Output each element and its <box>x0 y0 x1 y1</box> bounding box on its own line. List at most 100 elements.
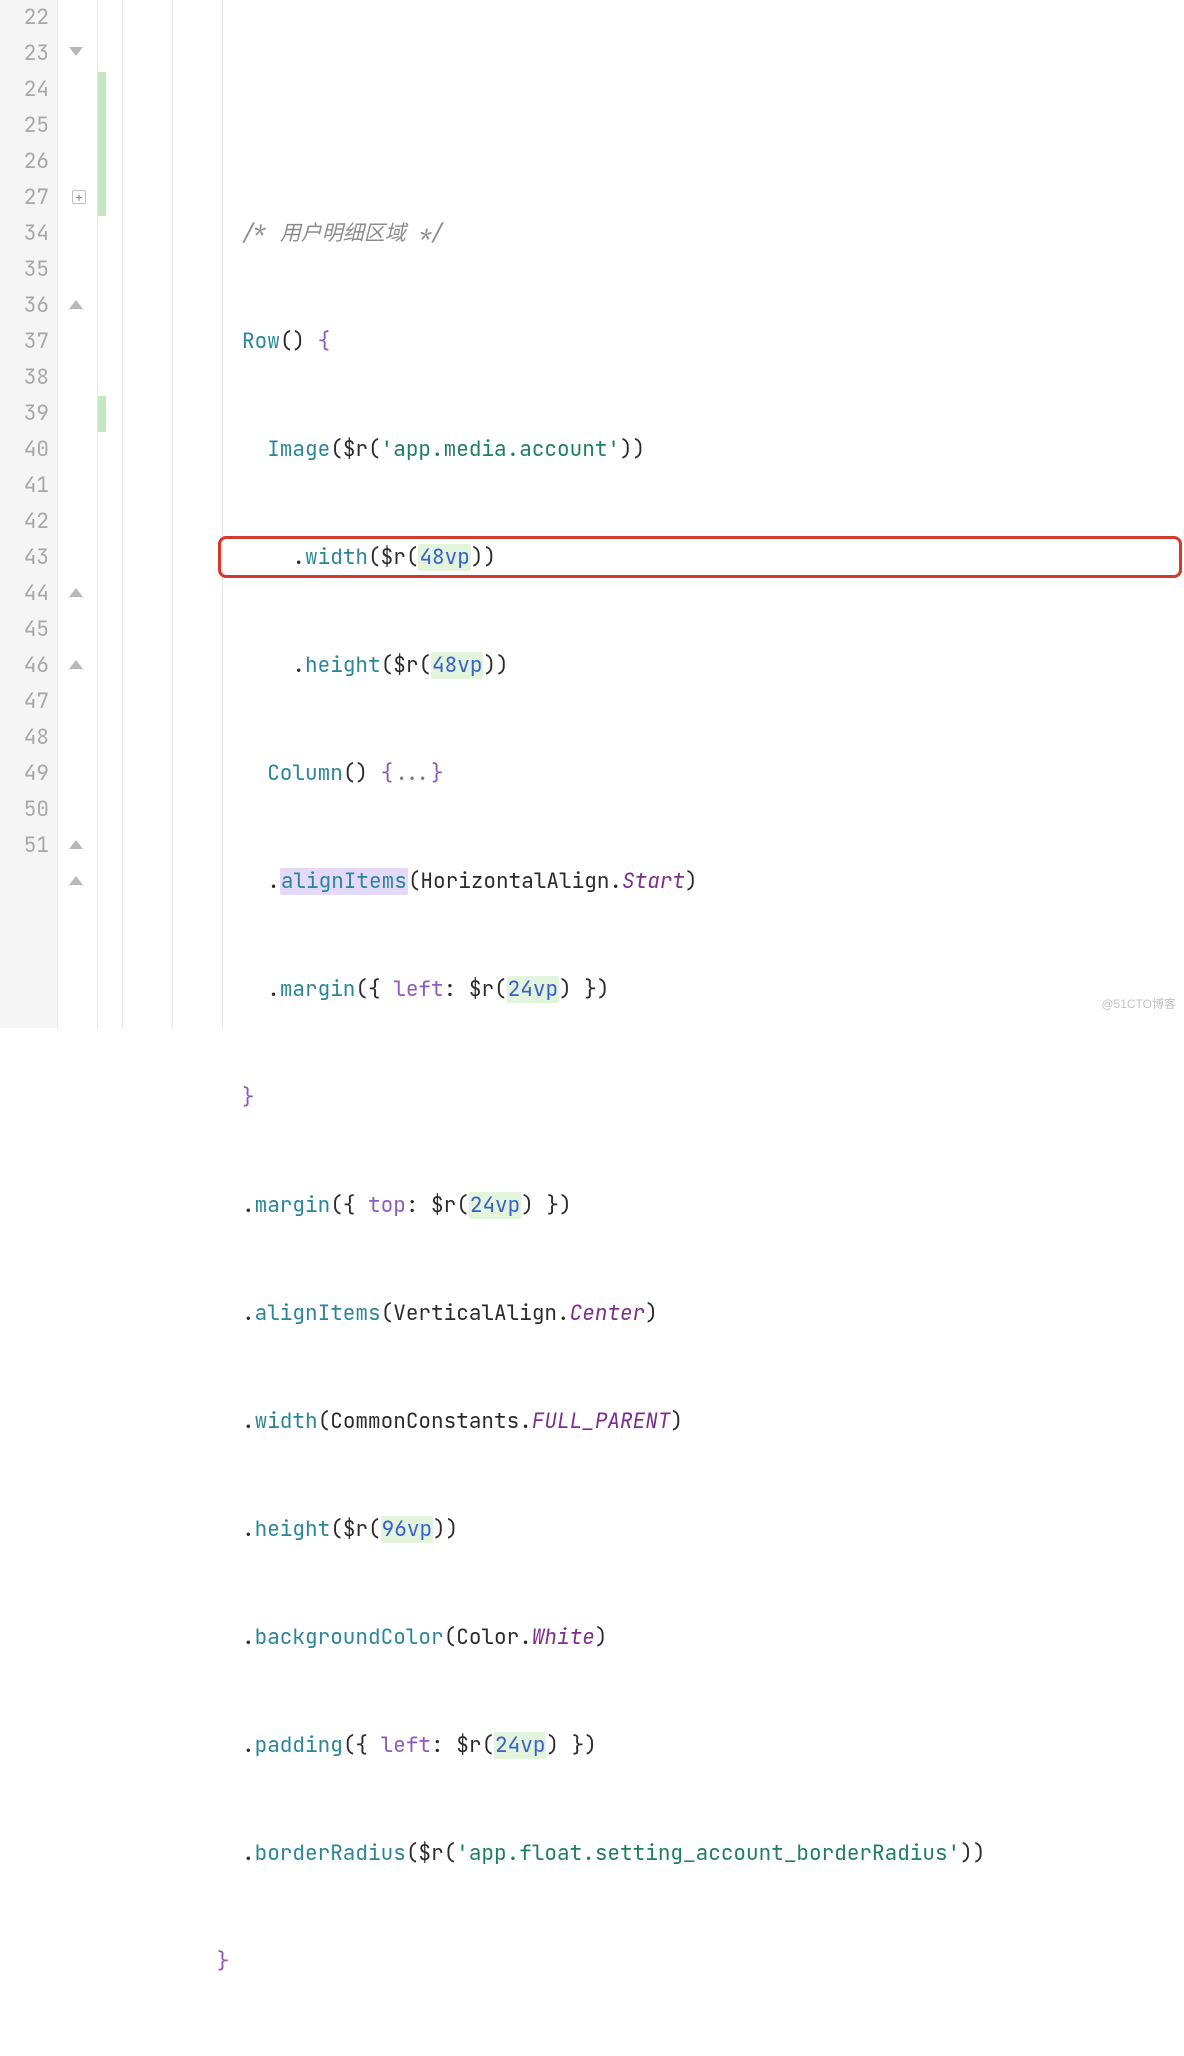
line-number[interactable]: 25 <box>6 108 49 144</box>
fold-collapse-end-icon[interactable] <box>69 300 83 309</box>
code-line[interactable]: .height($r(96vp)) <box>112 1512 1184 1548</box>
brace: } <box>242 1084 255 1111</box>
dot: . <box>267 976 280 1003</box>
code-line[interactable]: .alignItems(HorizontalAlign.Start) <box>112 864 1184 900</box>
code-line[interactable]: Image($r('app.media.account')) <box>112 432 1184 468</box>
fold-collapse-end-icon[interactable] <box>69 876 83 885</box>
paren: ( <box>406 1840 419 1867</box>
method-backgroundcolor: backgroundColor <box>255 1624 444 1651</box>
code-line[interactable]: .padding({ left: $r(24vp) }) <box>112 1728 1184 1764</box>
code-line[interactable]: .borderRadius($r('app.float.setting_acco… <box>112 1836 1184 1872</box>
code-line[interactable]: .width(CommonConstants.FULL_PARENT) <box>112 1404 1184 1440</box>
paren: ) <box>645 1300 658 1327</box>
param-value: 96vp <box>381 1516 433 1543</box>
code-line[interactable]: } <box>112 1080 1184 1116</box>
code-line[interactable]: .backgroundColor(Color.White) <box>112 1620 1184 1656</box>
line-number[interactable]: 35 <box>6 252 49 288</box>
line-number[interactable]: 43 <box>6 540 49 576</box>
enum-value: Center <box>570 1300 646 1327</box>
line-number[interactable]: 36 <box>6 288 49 324</box>
code-line[interactable]: /* 用户明细区域 */ <box>112 216 1184 252</box>
paren: ( <box>330 436 343 463</box>
colon: : <box>431 1732 456 1759</box>
watermark: @51CTO博客 <box>1101 986 1176 1022</box>
folded-ellipsis[interactable]: ... <box>393 760 431 787</box>
line-number[interactable]: 37 <box>6 324 49 360</box>
dot: . <box>519 1408 532 1435</box>
code-area[interactable]: /* 用户明细区域 */ Row() { Image($r('app.media… <box>112 0 1184 1028</box>
line-number[interactable]: 23 <box>6 36 49 72</box>
line-number[interactable]: 41 <box>6 468 49 504</box>
fold-expand-icon[interactable]: + <box>72 190 86 204</box>
line-number[interactable]: 49 <box>6 756 49 792</box>
method-borderradius: borderRadius <box>255 1840 406 1867</box>
line-number[interactable]: 38 <box>6 360 49 396</box>
fold-collapse-end-icon[interactable] <box>69 588 83 597</box>
paren: ({ <box>330 1192 368 1219</box>
fold-column: + <box>58 0 98 1028</box>
fold-collapse-end-icon[interactable] <box>69 660 83 669</box>
dollar-r: $r <box>456 1732 481 1759</box>
paren: ( <box>408 868 421 895</box>
code-line[interactable]: } <box>112 1944 1184 1980</box>
param-value: 24vp <box>507 976 559 1003</box>
line-number[interactable]: 44 <box>6 576 49 612</box>
param-value: 24vp <box>469 1192 521 1219</box>
code-line[interactable]: .alignItems(VerticalAlign.Center) <box>112 1296 1184 1332</box>
dollar-r: $r <box>381 544 406 571</box>
dot: . <box>292 652 305 679</box>
line-number[interactable]: 46 <box>6 648 49 684</box>
line-number[interactable]: 26 <box>6 144 49 180</box>
line-number[interactable]: 27 <box>6 180 49 216</box>
change-marker <box>98 396 106 432</box>
param-value: 48vp <box>418 544 470 571</box>
line-number[interactable]: 24 <box>6 72 49 108</box>
type-name: VerticalAlign <box>393 1300 557 1327</box>
line-number[interactable]: 45 <box>6 612 49 648</box>
line-number[interactable]: 40 <box>6 432 49 468</box>
code-line[interactable]: .height(CommonConstants.FULL_PARENT) <box>112 2052 1184 2056</box>
change-marker <box>98 72 106 216</box>
type-name: CommonConstants <box>330 1408 519 1435</box>
colon: : <box>406 1192 431 1219</box>
line-number[interactable]: 34 <box>6 216 49 252</box>
paren: ({ <box>343 1732 381 1759</box>
parens: () <box>280 328 305 355</box>
line-number[interactable]: 51 <box>6 828 49 864</box>
fold-collapse-icon[interactable] <box>69 47 83 56</box>
enum-value: White <box>532 1624 595 1651</box>
paren: ) <box>595 1624 608 1651</box>
paren: )) <box>471 544 496 571</box>
line-number[interactable]: 39 <box>6 396 49 432</box>
line-number[interactable]: 22 <box>6 0 49 36</box>
code-line[interactable]: .width($r(48vp)) <box>112 540 1184 576</box>
paren: }) <box>559 1732 597 1759</box>
line-number[interactable]: 50 <box>6 792 49 828</box>
paren: ( <box>418 652 431 679</box>
line-number[interactable]: 42 <box>6 504 49 540</box>
paren: ({ <box>355 976 393 1003</box>
dollar-r: $r <box>431 1192 456 1219</box>
line-number-gutter: 22 23 24 25 26 27 34 35 36 37 38 39 40 4… <box>0 0 58 1028</box>
code-editor: 22 23 24 25 26 27 34 35 36 37 38 39 40 4… <box>0 0 1184 1028</box>
code-line[interactable]: .margin({ top: $r(24vp) }) <box>112 1188 1184 1224</box>
fold-collapse-end-icon[interactable] <box>69 840 83 849</box>
paren: ( <box>330 1516 343 1543</box>
paren: )) <box>960 1840 985 1867</box>
brace: } <box>431 760 444 787</box>
method-width: width <box>255 1408 318 1435</box>
code-line[interactable]: Column() {...} <box>112 756 1184 792</box>
paren: ) <box>685 868 698 895</box>
line-number[interactable]: 48 <box>6 720 49 756</box>
paren: ) <box>546 1732 559 1759</box>
dot: . <box>557 1300 570 1327</box>
brace: { <box>368 760 393 787</box>
code-line[interactable]: Row() { <box>112 324 1184 360</box>
code-line[interactable]: .height($r(48vp)) <box>112 648 1184 684</box>
paren: ( <box>318 1408 331 1435</box>
brace: } <box>217 1948 230 1975</box>
line-number[interactable]: 47 <box>6 684 49 720</box>
paren: ( <box>368 436 381 463</box>
comment-close: */ <box>406 220 444 247</box>
code-line[interactable]: .margin({ left: $r(24vp) }) <box>112 972 1184 1008</box>
